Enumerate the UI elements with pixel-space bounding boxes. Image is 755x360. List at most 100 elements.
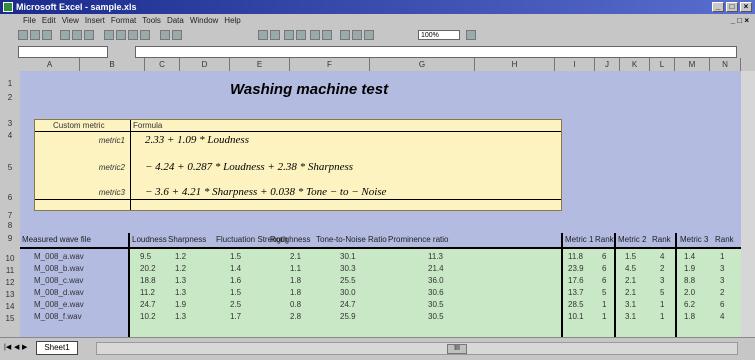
table-cell[interactable]: 1.8 xyxy=(290,275,301,287)
column-header[interactable]: B xyxy=(80,58,145,71)
row-header[interactable]: 5 xyxy=(0,163,20,172)
horizontal-scrollbar[interactable]: III xyxy=(96,342,738,355)
vertical-scrollbar[interactable] xyxy=(741,71,755,337)
worksheet-grid[interactable]: Washing machine test Custom metric Formu… xyxy=(20,71,755,337)
row-header[interactable]: 8 xyxy=(0,221,20,230)
column-header[interactable]: I xyxy=(555,58,595,71)
menu-item[interactable]: Insert xyxy=(82,14,108,27)
table-cell[interactable]: 1 xyxy=(602,299,606,311)
table-cell[interactable]: 1.2 xyxy=(175,251,186,263)
menu-item[interactable]: Edit xyxy=(39,14,59,27)
metric1-formula[interactable]: 2.33 + 1.09 * Loudness xyxy=(145,134,249,146)
table-cell[interactable]: 1.4 xyxy=(230,263,241,275)
table-cell[interactable]: M_008_e.wav xyxy=(34,299,84,311)
table-cell[interactable]: 8.8 xyxy=(684,275,695,287)
table-cell[interactable]: 30.5 xyxy=(428,311,444,323)
table-cell[interactable]: 4 xyxy=(720,311,724,323)
column-header[interactable]: N xyxy=(710,58,741,71)
undo-icon[interactable] xyxy=(160,30,170,40)
sort-ascending-icon[interactable] xyxy=(310,30,320,40)
table-cell[interactable]: 20.2 xyxy=(140,263,156,275)
column-header[interactable]: L xyxy=(650,58,675,71)
table-cell[interactable]: 30.1 xyxy=(340,251,356,263)
table-cell[interactable]: 1.3 xyxy=(175,287,186,299)
table-cell[interactable]: M_008_c.wav xyxy=(34,275,83,287)
table-cell[interactable]: 11.2 xyxy=(140,287,155,299)
row-header[interactable]: 4 xyxy=(0,131,20,140)
table-cell[interactable]: 3.1 xyxy=(625,311,636,323)
save-icon[interactable] xyxy=(42,30,52,40)
table-cell[interactable]: 30.3 xyxy=(340,263,356,275)
row-header[interactable]: 6 xyxy=(0,193,20,202)
row-header[interactable]: 3 xyxy=(0,119,20,128)
drawing-icon[interactable] xyxy=(364,30,374,40)
row-header[interactable]: 15 xyxy=(0,314,20,323)
table-cell[interactable]: 3 xyxy=(660,275,664,287)
table-cell[interactable]: 1.3 xyxy=(175,275,186,287)
table-cell[interactable]: 2 xyxy=(720,287,724,299)
prev-sheet-icon[interactable]: ◀ xyxy=(14,343,19,351)
table-cell[interactable]: 1.4 xyxy=(684,251,695,263)
name-box[interactable] xyxy=(18,46,108,58)
table-cell[interactable]: 2.1 xyxy=(625,275,636,287)
table-cell[interactable]: 9.5 xyxy=(140,251,151,263)
sort-descending-icon[interactable] xyxy=(322,30,332,40)
row-header[interactable]: 12 xyxy=(0,278,20,287)
chart-wizard-icon[interactable] xyxy=(340,30,350,40)
column-header[interactable]: M xyxy=(675,58,710,71)
menu-item[interactable]: Window xyxy=(187,14,221,27)
redo-icon[interactable] xyxy=(172,30,182,40)
table-cell[interactable]: 4.5 xyxy=(625,263,636,275)
table-cell[interactable]: 1.2 xyxy=(175,263,186,275)
menu-item[interactable]: File xyxy=(20,14,39,27)
menu-item[interactable]: Format xyxy=(108,14,139,27)
table-cell[interactable]: 1.9 xyxy=(175,299,186,311)
table-cell[interactable]: 28.5 xyxy=(568,299,584,311)
document-controls[interactable]: _ □ × xyxy=(731,14,749,27)
table-cell[interactable]: 0.8 xyxy=(290,299,301,311)
sheet-tab[interactable]: Sheet1 xyxy=(36,341,78,355)
row-header[interactable]: 9 xyxy=(0,234,20,243)
format-painter-icon[interactable] xyxy=(140,30,150,40)
column-header[interactable]: E xyxy=(230,58,290,71)
table-cell[interactable]: 13.7 xyxy=(568,287,584,299)
row-header[interactable]: 13 xyxy=(0,290,20,299)
table-cell[interactable]: 30.0 xyxy=(340,287,356,299)
table-cell[interactable]: 25.9 xyxy=(340,311,356,323)
map-icon[interactable] xyxy=(352,30,362,40)
table-cell[interactable]: 1.3 xyxy=(175,311,186,323)
column-header[interactable]: G xyxy=(370,58,475,71)
table-cell[interactable]: 1.5 xyxy=(625,251,636,263)
table-cell[interactable]: 6 xyxy=(720,299,724,311)
row-header[interactable]: 11 xyxy=(0,266,20,275)
next-sheet-icon[interactable]: ▶ xyxy=(22,343,27,351)
table-cell[interactable]: M_008_d.wav xyxy=(34,287,84,299)
paste-icon[interactable] xyxy=(128,30,138,40)
scroll-thumb[interactable]: III xyxy=(447,344,467,354)
menu-item[interactable]: View xyxy=(59,14,82,27)
table-cell[interactable]: 24.7 xyxy=(340,299,356,311)
table-cell[interactable]: M_008_a.wav xyxy=(34,251,84,263)
print-preview-icon[interactable] xyxy=(72,30,82,40)
column-header[interactable]: J xyxy=(595,58,620,71)
maximize-icon[interactable]: □ xyxy=(726,2,738,12)
column-header[interactable]: A xyxy=(20,58,80,71)
menu-item[interactable]: Tools xyxy=(139,14,164,27)
table-cell[interactable]: 6 xyxy=(602,251,606,263)
column-header[interactable]: H xyxy=(475,58,555,71)
table-cell[interactable]: 11.3 xyxy=(428,251,443,263)
help-icon[interactable] xyxy=(466,30,476,40)
table-cell[interactable]: 5 xyxy=(602,287,606,299)
table-cell[interactable]: 30.6 xyxy=(428,287,444,299)
table-cell[interactable]: 1.1 xyxy=(290,263,301,275)
row-header[interactable]: 1 xyxy=(0,79,20,88)
hyperlink-icon[interactable] xyxy=(258,30,268,40)
open-icon[interactable] xyxy=(30,30,40,40)
table-cell[interactable]: 2.5 xyxy=(230,299,241,311)
table-cell[interactable]: 2.0 xyxy=(684,287,695,299)
row-header[interactable]: 7 xyxy=(0,211,20,220)
table-cell[interactable]: M_008_f.wav xyxy=(34,311,82,323)
table-cell[interactable]: 25.5 xyxy=(340,275,356,287)
function-icon[interactable] xyxy=(296,30,306,40)
web-toolbar-icon[interactable] xyxy=(270,30,280,40)
